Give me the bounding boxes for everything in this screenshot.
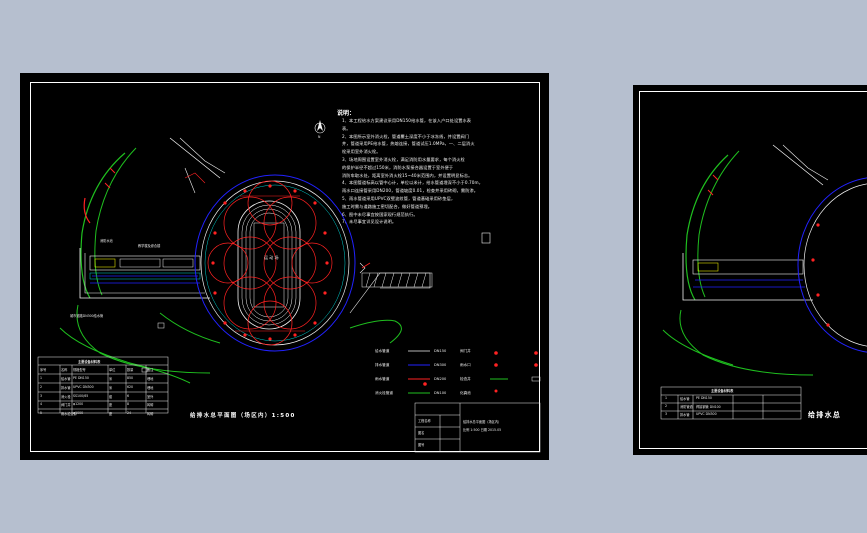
note-line: 施工时需与道路施工密切配合，做好管道预埋。 xyxy=(342,203,433,209)
note-line: 4、本图管道标高以管中心计，单位以米计，给水管道埋深不小于0.70m， xyxy=(342,180,484,186)
table-cell: φ1200 xyxy=(73,402,84,407)
table-cell: 24 xyxy=(127,411,132,416)
table-header-cell: 数量 xyxy=(127,368,134,372)
table-header-cell: 备注 xyxy=(147,368,154,372)
title-block-info: 给排水总平面图（场区内） xyxy=(463,420,502,424)
table-cell: 套 xyxy=(109,394,113,399)
second-table-cell: 2 xyxy=(665,404,668,408)
table-cell: 阀门井 xyxy=(61,403,71,408)
table-cell: 850 xyxy=(127,376,134,380)
drawing-sheet-second[interactable]: 主要设备材料表 1 给水管 PE DN150 2 消防管道 焊接钢管 DN100 3 排水管 U… xyxy=(633,85,867,455)
legend-item-spec: DN150 xyxy=(434,349,447,353)
table-cell: 埋地 xyxy=(147,385,154,390)
table-cell: 5 xyxy=(40,411,43,416)
table-cell: 3 xyxy=(40,393,43,398)
water-tank-label: 消防水池 xyxy=(100,239,113,243)
legend-item-label: 消火栓管道 xyxy=(375,391,393,395)
table-header-cell: 序号 xyxy=(40,368,47,372)
table-cell: 米 xyxy=(109,385,113,390)
second-table-title: 主要设备材料表 xyxy=(711,389,734,393)
notes-title: 说明： xyxy=(337,110,356,117)
second-table-cell: UPVC DN300 xyxy=(696,412,717,416)
table-cell: SS100/65 xyxy=(73,393,89,398)
second-table-cell: 排水管 xyxy=(680,413,690,417)
table-cell: 6 xyxy=(127,393,130,398)
table-cell: 排水管 xyxy=(61,385,71,390)
table-cell: 4 xyxy=(40,402,43,407)
track-label: 运 动 场 xyxy=(264,255,279,260)
table-cell: UPVC DN300 xyxy=(73,384,94,389)
drawing-sheet-main[interactable]: N 说明： 1、本工程给水方案建议采用DN150给水管，在该入户口处设置水表 表… xyxy=(20,73,549,460)
second-table-cell: 3 xyxy=(665,412,668,416)
second-table-cell: 焊接钢管 DN100 xyxy=(696,405,721,409)
table-cell: 2 xyxy=(40,384,43,389)
table-cell: 砖砌 xyxy=(147,403,154,408)
note-line: 1、本工程给水方案建议采用DN150给水管，在该入户口处设置水表 xyxy=(342,118,472,123)
title-block-label: 工程名称 xyxy=(418,419,431,423)
note-line: 的保护半径不超过150米，消防水泵接合器设置于室外便于 xyxy=(342,164,454,170)
title-block-info: 比例 1:500 日期 2015.05 xyxy=(463,428,502,432)
table-cell: φ1000 xyxy=(73,411,84,416)
note-line: 井，管道采用PE给水管，热熔连接，管道试压1.0MPa，一、二层消火 xyxy=(342,141,475,147)
second-plan-title: 给排水总 xyxy=(808,411,842,419)
second-table-cell: 1 xyxy=(665,396,668,400)
second-table-cell: PE DN150 xyxy=(696,396,712,400)
north-label: N xyxy=(318,135,321,139)
table-cell: 室外 xyxy=(147,394,154,399)
title-block-label: 图号 xyxy=(418,443,425,447)
legend-item-spec: DN200 xyxy=(434,377,447,381)
note-line: 雨水口连接管采用DN200，管道坡度0.01，检查井采用砖砌，需防渗。 xyxy=(342,188,479,194)
table-header-cell: 单位 xyxy=(109,368,116,372)
plan-title: 给排水总平面图（场区内）1:500 xyxy=(190,413,296,419)
note-line: 表。 xyxy=(342,125,351,131)
table-cell: 米 xyxy=(109,377,113,381)
legend-item-label: 阀门井 xyxy=(460,349,471,353)
table-cell: 座 xyxy=(109,412,113,417)
note-line: 3、场地周围设置室外消火栓，满足消防用水量要求，每个消火栓 xyxy=(342,157,465,162)
table-header-cell: 名称 xyxy=(61,368,68,372)
second-table-cell: 给水管 xyxy=(680,397,690,401)
table-cell: 1 xyxy=(40,376,43,380)
table-cell: PE DN150 xyxy=(73,376,89,380)
note-line: 2、本图所示室外消火栓，管道覆土深度不小于冰冻线，并设置阀门 xyxy=(342,133,470,139)
table-cell: 8 xyxy=(127,402,130,407)
note-line: 栓采用室外消火栓。 xyxy=(342,149,381,155)
building-label: 教学楼及综合楼 xyxy=(138,244,161,248)
legend-item-label: 排水管道 xyxy=(375,363,390,367)
legend-item-label: 雨水口 xyxy=(460,363,471,367)
table-title: 主要设备材料表 xyxy=(78,360,101,364)
table-cell: 620 xyxy=(127,384,134,389)
legend-item-label: 雨水管道 xyxy=(375,377,390,381)
table-cell: 座 xyxy=(109,403,113,408)
title-block-label: 图名 xyxy=(418,431,425,435)
note-line: 6、图中未尽事宜按国家现行规范执行。 xyxy=(342,211,418,217)
note-line: 消防车取水处，距离室外消火栓15~40米范围内，并设置明显标志。 xyxy=(342,172,473,178)
legend-item-spec: DN100 xyxy=(434,391,447,395)
legend-item-label: 检查井 xyxy=(460,377,471,381)
legend-item-spec: DN300 xyxy=(434,363,447,367)
table-cell: 消火栓 xyxy=(61,394,71,399)
table-header-cell: 规格型号 xyxy=(73,368,86,372)
table-cell: 砖砌 xyxy=(147,412,154,417)
note-line: 7、未尽事宜详见设计说明。 xyxy=(342,219,397,225)
table-cell: 给水管 xyxy=(61,377,71,381)
legend-item-label: 给水管道 xyxy=(375,349,390,353)
road-label: 城市道路DN300给水管 xyxy=(70,314,104,318)
second-table-cell: 消防管道 xyxy=(680,405,693,409)
table-cell: 埋地 xyxy=(147,377,154,381)
note-line: 5、雨水管道采用UPVC双壁波纹管，管道基础采用砂垫层， xyxy=(342,196,456,201)
site-plan-drawing-partial xyxy=(660,144,867,420)
site-plan-drawing xyxy=(37,120,541,453)
legend-item-label: 化粪池 xyxy=(460,391,471,395)
